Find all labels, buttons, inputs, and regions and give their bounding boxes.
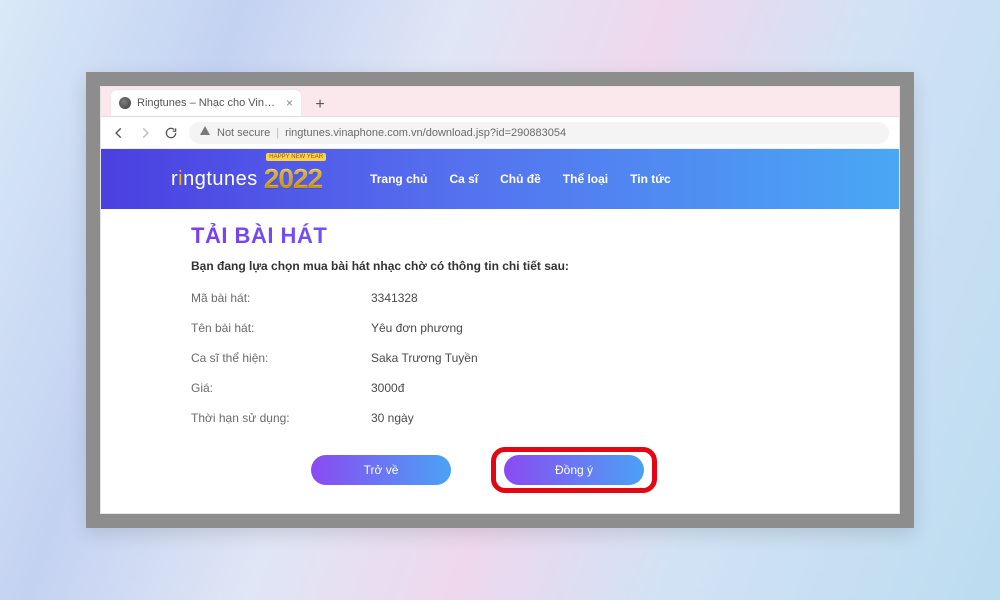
back-action-button[interactable]: Trở về	[311, 455, 451, 485]
browser-tab[interactable]: Ringtunes – Nhạc cho VinaPhone ×	[111, 90, 301, 116]
nav-topic[interactable]: Chủ đề	[500, 172, 541, 186]
label-code: Mã bài hát:	[191, 291, 371, 305]
site-header: ringtunes HAPPY NEW YEAR 2022 Trang chủ …	[101, 149, 899, 209]
url-field[interactable]: Not secure | ringtunes.vinaphone.com.vn/…	[189, 122, 889, 144]
url-separator: |	[276, 127, 279, 139]
page-viewport: ringtunes HAPPY NEW YEAR 2022 Trang chủ …	[101, 149, 899, 513]
nav-genre[interactable]: Thể loại	[563, 172, 608, 186]
value-name: Yêu đơn phương	[371, 321, 899, 335]
nav-news[interactable]: Tin tức	[630, 172, 670, 186]
tab-strip: Ringtunes – Nhạc cho VinaPhone × +	[101, 87, 899, 117]
action-row: Trở về Đồng ý	[311, 447, 899, 493]
year-badge: HAPPY NEW YEAR 2022	[264, 163, 322, 195]
page-content: TẢI BÀI HÁT Bạn đang lựa chọn mua bài há…	[101, 209, 899, 493]
year-text: 2022	[264, 163, 322, 194]
label-term: Thời hạn sử dụng:	[191, 411, 371, 425]
nav-home[interactable]: Trang chủ	[370, 172, 427, 186]
value-code: 3341328	[371, 291, 899, 305]
hny-label: HAPPY NEW YEAR	[266, 153, 326, 161]
label-name: Tên bài hát:	[191, 321, 371, 335]
intro-text: Bạn đang lựa chọn mua bài hát nhạc chờ c…	[191, 259, 899, 273]
highlight-annotation: Đồng ý	[491, 447, 657, 493]
song-details: Mã bài hát: 3341328 Tên bài hát: Yêu đơn…	[191, 291, 899, 425]
main-nav: Trang chủ Ca sĩ Chủ đề Thể loại Tin tức	[370, 172, 671, 186]
value-term: 30 ngày	[371, 411, 899, 425]
screenshot-frame: Ringtunes – Nhạc cho VinaPhone × + Not s…	[86, 72, 914, 528]
security-label: Not secure	[217, 127, 270, 139]
value-price: 3000đ	[371, 381, 899, 395]
page-title: TẢI BÀI HÁT	[191, 223, 899, 249]
value-artist: Saka Trương Tuyền	[371, 351, 899, 365]
label-artist: Ca sĩ thể hiện:	[191, 351, 371, 365]
agree-button[interactable]: Đồng ý	[504, 455, 644, 485]
logo-text: ringtunes	[171, 168, 258, 191]
label-price: Giá:	[191, 381, 371, 395]
globe-icon	[119, 97, 131, 109]
forward-button[interactable]	[137, 125, 153, 141]
address-bar: Not secure | ringtunes.vinaphone.com.vn/…	[101, 117, 899, 149]
browser-window: Ringtunes – Nhạc cho VinaPhone × + Not s…	[100, 86, 900, 514]
new-tab-button[interactable]: +	[309, 94, 331, 116]
nav-artist[interactable]: Ca sĩ	[449, 172, 478, 186]
back-button[interactable]	[111, 125, 127, 141]
url-text: ringtunes.vinaphone.com.vn/download.jsp?…	[285, 127, 566, 139]
tab-title: Ringtunes – Nhạc cho VinaPhone	[137, 97, 280, 109]
close-tab-icon[interactable]: ×	[286, 97, 293, 109]
site-logo[interactable]: ringtunes HAPPY NEW YEAR 2022	[171, 163, 322, 195]
not-secure-icon	[199, 125, 211, 140]
reload-button[interactable]	[163, 125, 179, 141]
